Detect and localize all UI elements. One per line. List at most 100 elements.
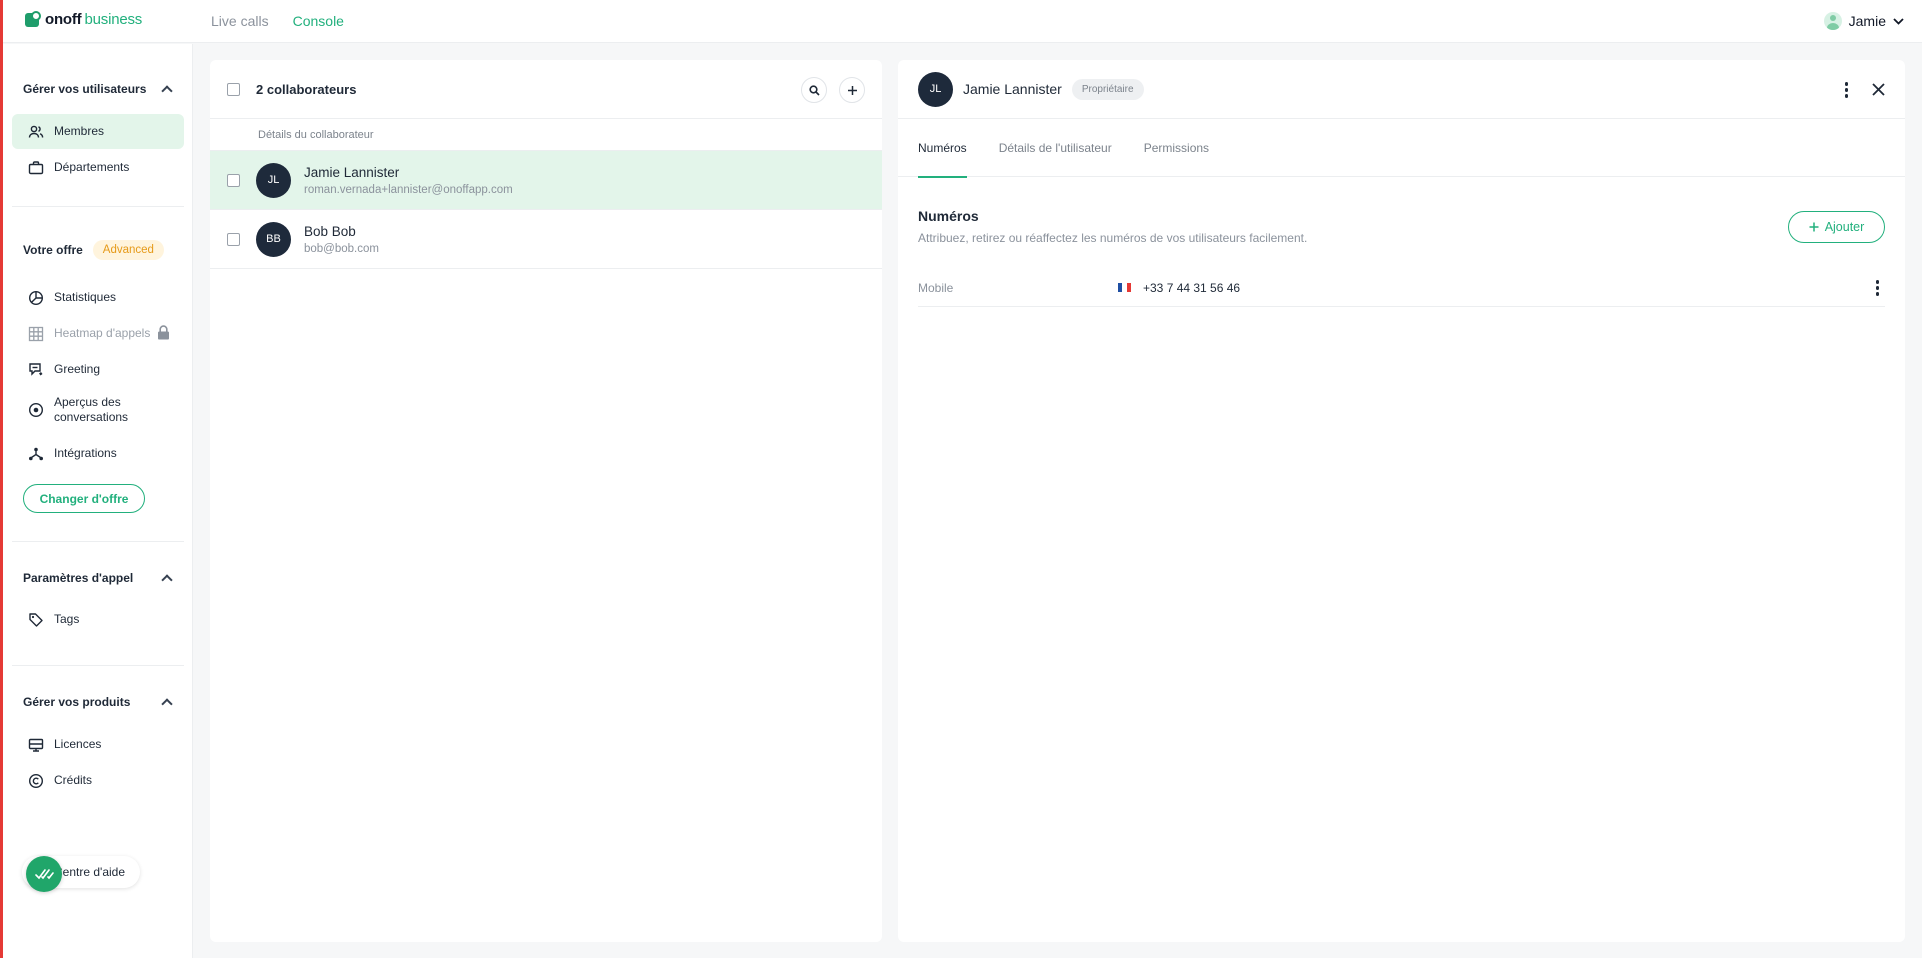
users-icon bbox=[28, 124, 44, 140]
integrations-icon bbox=[28, 446, 44, 462]
section-call-settings-header[interactable]: Paramètres d'appel bbox=[23, 571, 175, 586]
number-type: Mobile bbox=[918, 280, 954, 295]
plus-icon bbox=[847, 85, 857, 95]
section-products-header[interactable]: Gérer vos produits bbox=[23, 695, 175, 710]
section-products-title: Gérer vos produits bbox=[23, 695, 131, 709]
sidebar-divider bbox=[12, 206, 184, 207]
search-icon bbox=[808, 84, 820, 96]
sidebar-item-licences[interactable]: Licences bbox=[12, 727, 184, 762]
members-header: 2 collaborateurs bbox=[210, 60, 882, 119]
table-row[interactable]: BB Bob Bob bob@bob.com bbox=[210, 210, 882, 269]
change-offer-button[interactable]: Changer d'offre bbox=[23, 484, 145, 513]
offer-row: Votre offre Advanced bbox=[23, 240, 164, 260]
chart-pie-icon bbox=[28, 290, 44, 306]
sidebar-item-label: Membres bbox=[54, 124, 105, 138]
members-panel: 2 collaborateurs Détails du collaborateu… bbox=[210, 60, 882, 942]
select-all-checkbox[interactable] bbox=[227, 82, 240, 96]
help-center-label: Centre d'aide bbox=[54, 865, 126, 879]
sidebar-divider bbox=[12, 541, 184, 542]
briefcase-icon bbox=[28, 160, 44, 176]
chevron-up-icon bbox=[161, 573, 173, 586]
sidebar-item-label: Heatmap d'appels bbox=[54, 326, 151, 340]
lock-icon bbox=[157, 324, 170, 343]
avatar: BB bbox=[256, 221, 291, 257]
chevron-up-icon bbox=[161, 697, 173, 710]
sidebar: Gérer vos utilisateurs Membres Départeme… bbox=[3, 44, 193, 958]
close-icon[interactable] bbox=[1872, 83, 1885, 101]
sidebar-item-apercus[interactable]: Aperçus des conversations bbox=[12, 388, 184, 432]
numbers-section-subtitle: Attribuez, retirez ou réaffectez les num… bbox=[918, 231, 1308, 245]
top-bar: onoff business Live calls Console Jamie bbox=[3, 0, 1922, 43]
members-count-title: 2 collaborateurs bbox=[256, 81, 357, 97]
sidebar-divider bbox=[12, 665, 184, 666]
nav-console[interactable]: Console bbox=[293, 13, 344, 29]
numbers-section-title: Numéros bbox=[918, 208, 979, 224]
search-button[interactable] bbox=[801, 77, 827, 103]
tab-permissions[interactable]: Permissions bbox=[1144, 119, 1209, 177]
row-checkbox[interactable] bbox=[227, 173, 240, 187]
sidebar-item-membres[interactable]: Membres bbox=[12, 114, 184, 149]
help-chat-icon[interactable] bbox=[26, 856, 62, 892]
logo-icon bbox=[25, 10, 41, 27]
nav-live-calls[interactable]: Live calls bbox=[211, 13, 269, 29]
add-member-button[interactable] bbox=[839, 77, 865, 103]
avatar: JL bbox=[256, 162, 291, 198]
member-name: Jamie Lannister bbox=[304, 164, 400, 180]
sidebar-item-integrations[interactable]: Intégrations bbox=[12, 436, 184, 471]
detail-tabs: Numéros Détails de l'utilisateur Permiss… bbox=[898, 119, 1905, 178]
user-name: Jamie bbox=[1848, 13, 1886, 29]
plus-icon bbox=[1809, 222, 1819, 232]
greeting-icon bbox=[28, 362, 44, 378]
tab-user-details[interactable]: Détails de l'utilisateur bbox=[999, 119, 1112, 177]
sidebar-item-tags[interactable]: Tags bbox=[12, 602, 184, 637]
sidebar-item-label: Statistiques bbox=[54, 290, 117, 304]
add-number-button[interactable]: Ajouter bbox=[1788, 211, 1885, 243]
tag-icon bbox=[28, 612, 44, 628]
table-row[interactable]: JL Jamie Lannister roman.vernada+lannist… bbox=[210, 151, 882, 210]
more-options-icon[interactable] bbox=[1844, 82, 1848, 98]
member-email: roman.vernada+lannister@onoffapp.com bbox=[304, 183, 513, 196]
user-menu[interactable]: Jamie bbox=[1823, 12, 1904, 30]
row-details: Bob Bob bob@bob.com bbox=[304, 224, 379, 255]
grid-icon bbox=[28, 326, 44, 342]
number-row[interactable]: Mobile +33 7 44 31 56 46 bbox=[918, 269, 1885, 307]
section-users-header[interactable]: Gérer vos utilisateurs bbox=[23, 82, 175, 97]
member-detail-panel: JL Jamie Lannister Propriétaire Numéros … bbox=[898, 60, 1905, 942]
detail-name: Jamie Lannister bbox=[963, 81, 1062, 97]
sidebar-item-label: Licences bbox=[54, 737, 102, 751]
member-name: Bob Bob bbox=[304, 223, 356, 239]
top-nav: Live calls Console bbox=[211, 13, 344, 29]
sidebar-item-label: Aperçus des conversations bbox=[54, 395, 129, 424]
license-icon bbox=[28, 737, 44, 753]
sidebar-item-credits[interactable]: Crédits bbox=[12, 763, 184, 798]
sidebar-item-greeting[interactable]: Greeting bbox=[12, 352, 184, 387]
avatar: JL bbox=[918, 71, 953, 107]
section-call-settings-title: Paramètres d'appel bbox=[23, 571, 134, 585]
row-checkbox[interactable] bbox=[227, 232, 240, 246]
sidebar-item-label: Tags bbox=[54, 612, 80, 626]
tab-numeros[interactable]: Numéros bbox=[918, 119, 967, 178]
add-number-label: Ajouter bbox=[1824, 220, 1865, 234]
row-details: Jamie Lannister roman.vernada+lannister@… bbox=[304, 165, 513, 196]
section-users-title: Gérer vos utilisateurs bbox=[23, 82, 147, 96]
chevron-up-icon bbox=[161, 84, 173, 97]
sidebar-item-label: Départements bbox=[54, 160, 130, 174]
sidebar-item-departements[interactable]: Départements bbox=[12, 150, 184, 185]
copyright-icon bbox=[28, 773, 44, 789]
record-icon bbox=[28, 402, 44, 418]
sidebar-item-label: Crédits bbox=[54, 773, 93, 787]
sidebar-item-heatmap[interactable]: Heatmap d'appels bbox=[12, 316, 184, 351]
user-avatar-icon bbox=[1823, 12, 1842, 30]
france-flag-icon bbox=[1118, 283, 1131, 292]
sidebar-item-statistiques[interactable]: Statistiques bbox=[12, 280, 184, 315]
more-options-icon[interactable] bbox=[1875, 280, 1879, 296]
logo-text: onoff business bbox=[45, 11, 143, 28]
sidebar-item-label: Intégrations bbox=[54, 446, 117, 460]
offer-label: Votre offre bbox=[23, 243, 83, 257]
column-header: Détails du collaborateur bbox=[210, 119, 882, 151]
sidebar-item-label: Greeting bbox=[54, 362, 101, 376]
onoff-logo[interactable]: onoff business bbox=[25, 10, 143, 28]
phone-number: +33 7 44 31 56 46 bbox=[1143, 280, 1241, 295]
chevron-down-icon bbox=[1893, 17, 1904, 25]
role-badge: Propriétaire bbox=[1071, 78, 1144, 100]
